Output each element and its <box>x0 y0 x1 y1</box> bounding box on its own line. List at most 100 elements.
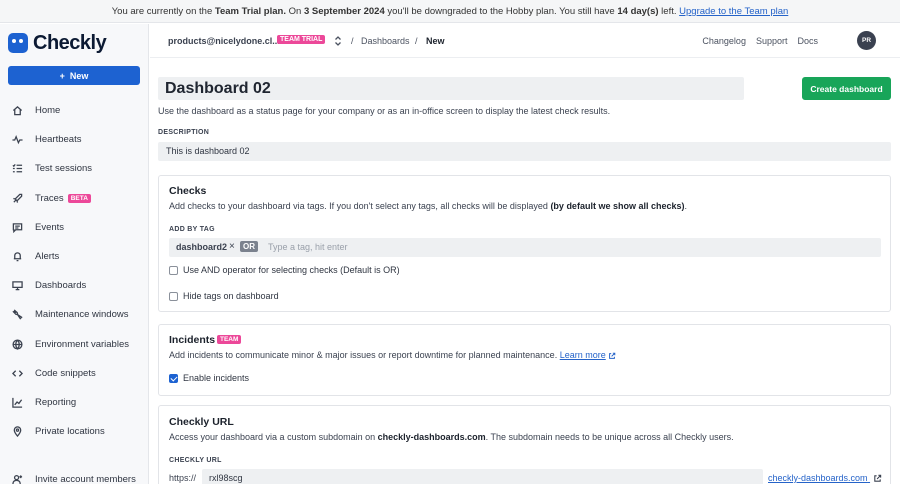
breadcrumb-separator: / <box>415 36 418 46</box>
incidents-description: Add incidents to communicate minor & maj… <box>169 350 616 360</box>
sidebar-item-label: Private locations <box>35 426 105 438</box>
tag-chip: dashboard2 <box>176 242 228 252</box>
sidebar-item-environment-variables[interactable]: Environment variables <box>0 330 149 359</box>
add-user-icon <box>12 474 23 484</box>
checks-text-1: Add checks to your dashboard via tags. I… <box>169 201 551 211</box>
plus-icon: + <box>59 70 65 81</box>
chevron-up-down-icon[interactable] <box>333 35 343 47</box>
create-dashboard-button[interactable]: Create dashboard <box>802 77 891 100</box>
subdomain-input[interactable]: rxl98scg <box>202 469 763 484</box>
sidebar-item-label: Dashboards <box>35 280 87 292</box>
globe-icon <box>12 339 23 350</box>
brand-name: Checkly <box>33 31 107 54</box>
sidebar-item-label: Environment variables <box>35 338 129 350</box>
url-domain-bold: checkly-dashboards.com <box>377 432 486 442</box>
sidebar-item-dashboards[interactable]: Dashboards <box>0 271 149 300</box>
team-badge: TEAM <box>217 335 242 344</box>
top-bar: products@nicelydone.cl... TEAM TRIAL / D… <box>150 24 900 58</box>
url-prefix: https:// <box>169 473 197 483</box>
account-switcher[interactable]: products@nicelydone.cl... <box>168 36 280 46</box>
breadcrumb-current: New <box>426 36 445 46</box>
support-link[interactable]: Support <box>756 36 788 46</box>
pulse-icon <box>12 134 23 145</box>
sidebar-item-maintenance-windows[interactable]: Maintenance windows <box>0 300 149 329</box>
domain-link-text: checkly-dashboards.com <box>768 473 868 483</box>
banner-text-2: On <box>285 6 304 17</box>
checks-card: Checks Add checks to your dashboard via … <box>158 175 891 312</box>
sidebar-item-heartbeats[interactable]: Heartbeats <box>0 125 149 154</box>
and-operator-checkbox[interactable] <box>169 266 178 275</box>
learn-more-link[interactable]: Learn more <box>560 350 606 360</box>
dashboard-domain-link[interactable]: checkly-dashboards.com <box>768 473 882 483</box>
sidebar-item-alerts[interactable]: Alerts <box>0 242 149 271</box>
tool-icon <box>12 309 23 321</box>
top-links: Changelog Support Docs <box>702 36 818 46</box>
enable-incidents-checkbox[interactable] <box>169 374 178 383</box>
sidebar-item-reporting[interactable]: Reporting <box>0 388 149 417</box>
bell-icon <box>12 251 23 262</box>
banner-text-1: You are currently on the <box>111 6 215 17</box>
incidents-text: Add incidents to communicate minor & maj… <box>169 350 560 360</box>
sidebar-item-label: Home <box>35 105 61 117</box>
sidebar-item-label: Traces <box>35 192 64 204</box>
checkly-logo[interactable]: Checkly <box>8 30 107 56</box>
sidebar-item-test-sessions[interactable]: Test sessions <box>0 154 149 183</box>
changelog-link[interactable]: Changelog <box>702 36 746 46</box>
location-pin-icon <box>12 426 23 438</box>
avatar[interactable]: PR <box>857 31 876 50</box>
breadcrumb-dashboards[interactable]: Dashboards <box>361 36 410 46</box>
incidents-card: Incidents TEAM Add incidents to communic… <box>158 324 891 396</box>
or-toggle[interactable]: OR <box>240 241 258 252</box>
checkly-url-title: Checkly URL <box>169 416 234 428</box>
hide-tags-label: Hide tags on dashboard <box>183 291 279 301</box>
dashboard-title-input[interactable]: Dashboard 02 <box>158 77 744 100</box>
sidebar-item-private-locations[interactable]: Private locations <box>0 417 149 446</box>
hide-tags-checkbox[interactable] <box>169 292 178 301</box>
code-icon <box>12 368 23 379</box>
sidebar-item-traces[interactable]: Traces BETA <box>0 184 149 213</box>
banner-text-3: you'll be downgraded to the Hobby plan. … <box>384 6 618 17</box>
sidebar-item-label: Events <box>35 221 65 233</box>
checks-description: Add checks to your dashboard via tags. I… <box>169 201 687 211</box>
new-button[interactable]: + New <box>8 66 140 85</box>
sidebar-item-events[interactable]: Events <box>0 213 149 242</box>
sidebar-item-label: Reporting <box>35 396 77 408</box>
url-text-2: . The subdomain needs to be unique acros… <box>485 432 734 442</box>
description-input[interactable]: This is dashboard 02 <box>158 142 891 161</box>
incidents-title: Incidents <box>169 334 216 346</box>
url-text-1: Access your dashboard via a custom subdo… <box>169 432 378 442</box>
sidebar-item-code-snippets[interactable]: Code snippets <box>0 359 149 388</box>
rocket-icon <box>12 193 23 204</box>
upgrade-link[interactable]: Upgrade to the Team plan <box>679 6 788 17</box>
and-operator-label: Use AND operator for selecting checks (D… <box>183 265 400 275</box>
tag-input[interactable]: dashboard2 × OR Type a tag, hit enter <box>169 238 881 257</box>
sidebar-item-label: Code snippets <box>35 367 96 379</box>
invite-members-link[interactable]: Invite account members <box>12 474 136 484</box>
banner-date: 3 September 2024 <box>303 6 385 17</box>
external-link-icon <box>874 474 882 482</box>
external-link-icon <box>609 352 616 359</box>
checks-text-2: . <box>684 201 687 211</box>
team-trial-badge: TEAM TRIAL <box>277 35 326 44</box>
sidebar-item-label: Maintenance windows <box>35 309 129 321</box>
monitor-icon <box>12 280 23 291</box>
new-button-label: New <box>69 70 89 81</box>
sidebar: Checkly + New Home Heartbeats Test sessi… <box>0 24 149 484</box>
checkly-url-label: CHECKLY URL <box>169 457 222 464</box>
breadcrumb-separator: / <box>351 36 354 46</box>
sidebar-item-home[interactable]: Home <box>0 96 149 125</box>
chart-icon <box>12 397 23 408</box>
checkly-logo-icon <box>8 33 28 53</box>
page-description: Use the dashboard as a status page for y… <box>158 106 611 116</box>
banner-text-4: left. <box>658 6 680 17</box>
chat-icon <box>12 222 23 233</box>
enable-incidents-label: Enable incidents <box>183 373 250 383</box>
docs-link[interactable]: Docs <box>797 36 818 46</box>
main-content: Dashboard 02 Create dashboard Use the da… <box>150 58 900 484</box>
banner-days: 14 day(s) <box>617 6 659 17</box>
checkly-url-card: Checkly URL Access your dashboard via a … <box>158 405 891 484</box>
sidebar-item-label: Heartbeats <box>35 134 82 146</box>
close-icon[interactable]: × <box>229 241 235 252</box>
beta-badge: BETA <box>67 193 91 203</box>
tag-placeholder: Type a tag, hit enter <box>268 242 348 252</box>
